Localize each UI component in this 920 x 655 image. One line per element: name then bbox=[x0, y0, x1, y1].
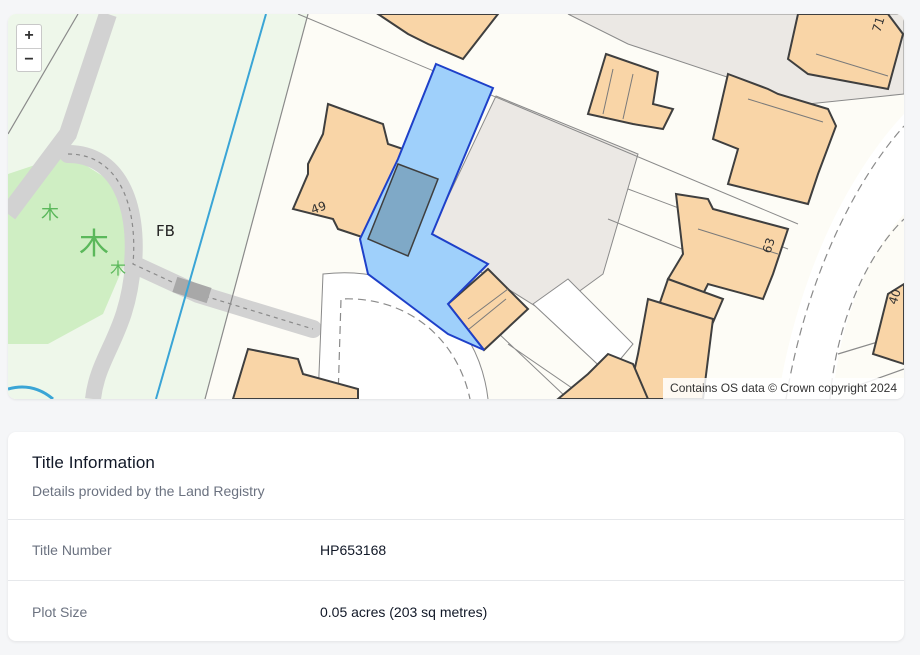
card-title: Title Information bbox=[32, 453, 155, 472]
zoom-control: + − bbox=[16, 24, 42, 72]
card-header: Title Information Details provided by th… bbox=[8, 432, 904, 520]
title-information-card: Title Information Details provided by th… bbox=[8, 432, 904, 641]
map-attribution: Contains OS data © Crown copyright 2024 bbox=[663, 378, 904, 399]
title-number-value: HP653168 bbox=[320, 542, 387, 558]
tree-icon: ⽊ bbox=[41, 203, 59, 224]
tree-icon: ⽊ bbox=[110, 259, 126, 278]
card-subtitle: Details provided by the Land Registry bbox=[32, 483, 265, 499]
map-view[interactable]: ⽊ ⽊ ⽊ FB 49 63 71 40 + − Contains OS dat… bbox=[8, 14, 904, 399]
zoom-out-button[interactable]: − bbox=[17, 47, 41, 72]
plot-size-value: 0.05 acres (203 sq metres) bbox=[320, 603, 488, 620]
title-number-row: Title Number HP653168 bbox=[8, 520, 904, 581]
tree-icon: ⽊ bbox=[79, 227, 109, 262]
map-canvas[interactable]: ⽊ ⽊ ⽊ FB 49 63 71 40 bbox=[8, 14, 904, 399]
title-number-label: Title Number bbox=[32, 542, 112, 558]
zoom-in-button[interactable]: + bbox=[17, 25, 41, 48]
map-label-fb: FB bbox=[156, 222, 175, 240]
plot-size-label: Plot Size bbox=[32, 603, 88, 620]
plot-size-row: Plot Size 0.05 acres (203 sq metres) bbox=[8, 581, 904, 642]
